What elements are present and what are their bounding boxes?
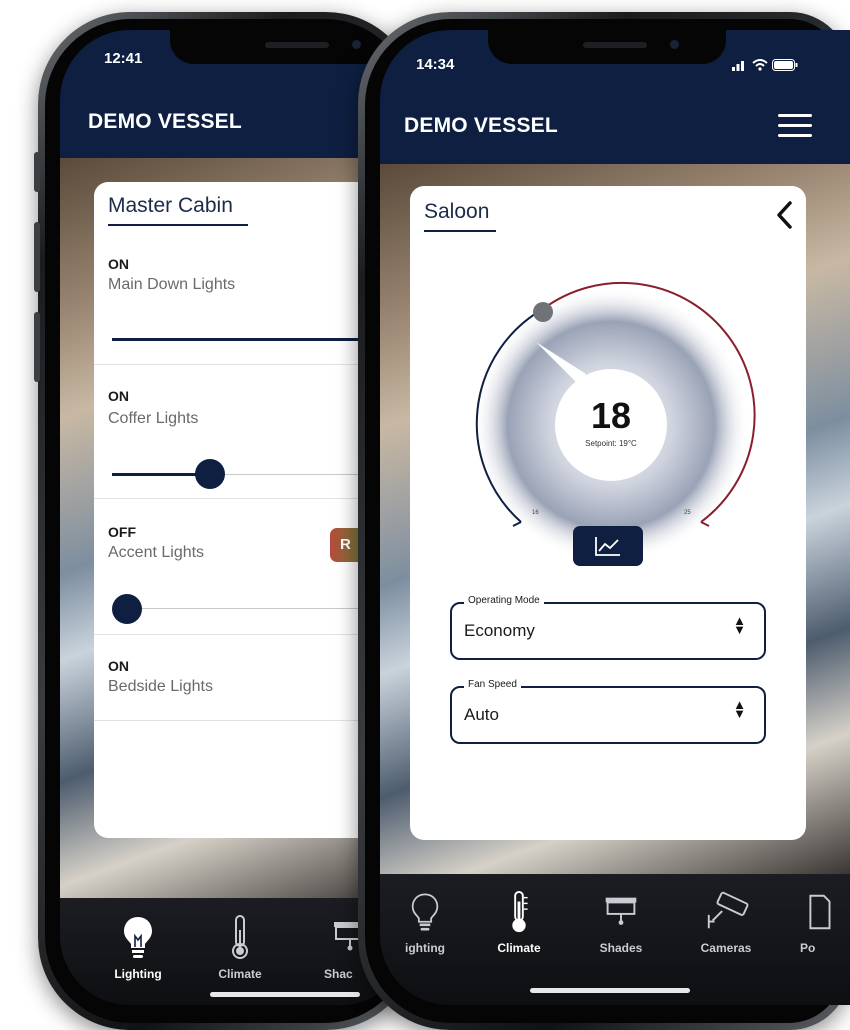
right-phone-notch	[488, 30, 726, 64]
thermometer-icon	[232, 915, 248, 959]
bottom-tab-bar: ighting Climate Shades Cameras Po	[380, 874, 850, 1005]
status-time: 12:41	[104, 50, 143, 67]
signal-icon	[732, 61, 744, 71]
rgb-badge-label: R	[340, 536, 351, 553]
battery-icon	[772, 59, 798, 71]
lightbulb-icon	[411, 893, 439, 931]
status-time: 14:34	[416, 56, 455, 73]
back-chevron-icon[interactable]	[774, 200, 796, 230]
tab-label: Shades	[599, 941, 643, 955]
light-state: ON	[108, 388, 129, 404]
light-state: ON	[108, 658, 129, 674]
history-chart-button[interactable]	[573, 526, 643, 566]
right-phone-screen: 14:34 DEMO VESSEL Saloon 18 Setpoint: 19…	[380, 30, 850, 1005]
home-indicator	[530, 988, 690, 993]
status-icons	[732, 58, 802, 72]
tab-label: Po	[800, 941, 816, 955]
tab-label: ighting	[405, 941, 445, 955]
light-state: ON	[108, 256, 129, 272]
thermostat-center: 18 Setpoint: 19°C	[555, 369, 667, 481]
operating-mode-select[interactable]: Operating Mode Economy ▲ ▼	[450, 595, 766, 660]
left-phone-volume-up	[34, 222, 40, 292]
light-name: Coffer Lights	[108, 410, 199, 427]
light-state: OFF	[108, 524, 136, 540]
select-legend: Operating Mode	[464, 595, 544, 606]
thermometer-icon	[512, 890, 528, 933]
tab-label: Climate	[218, 967, 262, 981]
tab-cameras[interactable]: Cameras	[686, 890, 766, 955]
tab-lighting[interactable]: ighting	[390, 890, 460, 955]
tab-climate[interactable]: Climate	[200, 914, 280, 981]
card-title-underline	[108, 224, 248, 226]
room-card-saloon: Saloon 18 Setpoint: 19°C 16 25 Operating…	[410, 186, 806, 840]
select-value: Auto	[464, 705, 499, 724]
left-phone-side-button	[34, 152, 40, 192]
light-name: Bedside Lights	[108, 678, 213, 695]
card-title: Master Cabin	[108, 194, 233, 217]
select-legend: Fan Speed	[464, 679, 521, 690]
hamburger-menu-icon[interactable]	[778, 112, 812, 140]
tab-label: Climate	[497, 941, 541, 955]
select-arrows-icon: ▲ ▼	[733, 697, 746, 721]
range-max-label: 25	[684, 510, 691, 516]
card-title: Saloon	[424, 200, 490, 223]
lightbulb-icon	[124, 917, 152, 958]
range-min-label: 16	[532, 510, 539, 516]
home-indicator	[210, 992, 360, 997]
tab-shades[interactable]: Shades	[586, 890, 656, 955]
select-value: Economy	[464, 621, 535, 640]
tab-lighting[interactable]: Lighting	[98, 914, 178, 981]
current-temperature: 18	[590, 395, 632, 436]
setpoint-label: Setpoint: 19°C	[585, 439, 637, 448]
light-name: Main Down Lights	[108, 276, 236, 293]
app-title: DEMO VESSEL	[404, 114, 558, 137]
shades-icon	[605, 897, 637, 925]
light-name: Accent Lights	[108, 544, 205, 561]
tab-power[interactable]: Po	[794, 890, 844, 955]
card-title-underline	[424, 230, 496, 232]
camera-icon	[707, 891, 749, 929]
slider-thumb[interactable]	[195, 459, 225, 489]
power-icon	[809, 894, 831, 930]
slider-thumb[interactable]	[112, 594, 142, 624]
fan-speed-select[interactable]: Fan Speed Auto ▲ ▼	[450, 679, 766, 744]
app-title: DEMO VESSEL	[88, 110, 242, 133]
wifi-icon	[752, 59, 768, 71]
tab-climate[interactable]: Climate	[484, 890, 554, 955]
tab-label: Lighting	[114, 967, 162, 981]
tab-label: Cameras	[700, 941, 752, 955]
select-arrows-icon: ▲ ▼	[733, 613, 746, 637]
left-phone-volume-down	[34, 312, 40, 382]
line-chart-icon	[595, 537, 620, 556]
